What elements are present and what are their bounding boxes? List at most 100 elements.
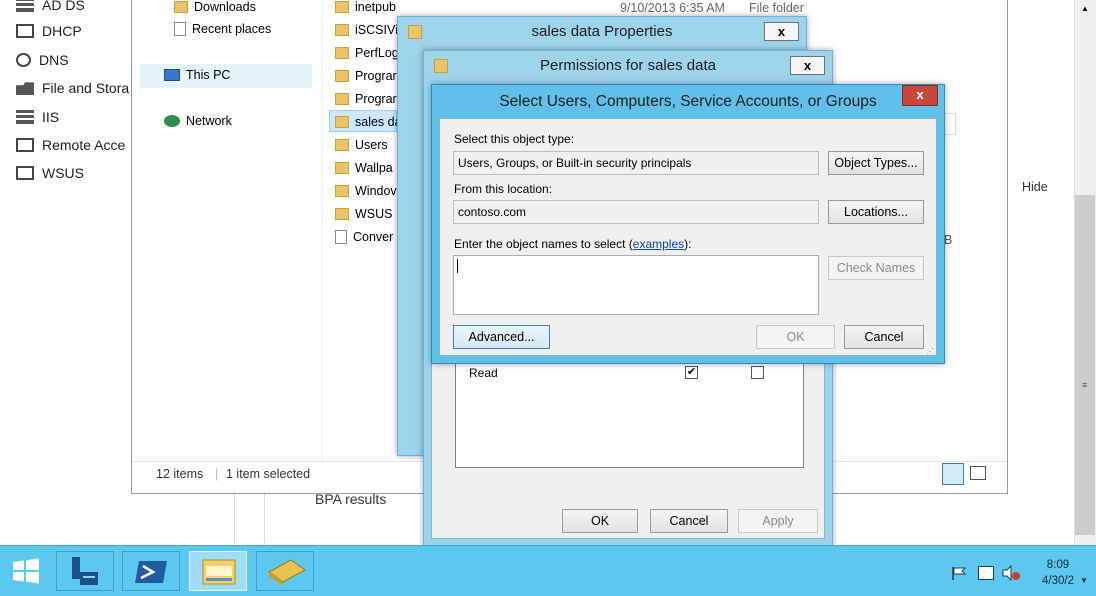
- nav-downloads[interactable]: Downloads: [174, 0, 256, 14]
- nav-item-ad-ds[interactable]: AD DS: [16, 0, 134, 16]
- details-view-icon[interactable]: [942, 463, 964, 485]
- label-text: Enter the object names to select (: [454, 237, 633, 251]
- list-item[interactable]: PerfLog: [335, 46, 399, 60]
- file-name: Wallpa: [355, 161, 393, 175]
- nav-label: WSUS: [42, 165, 84, 181]
- examples-link[interactable]: examples: [633, 237, 684, 251]
- nav-item-wsus[interactable]: WSUS: [16, 162, 134, 184]
- remote-access-icon: [16, 138, 34, 152]
- nav-item-iis[interactable]: IIS: [16, 106, 134, 128]
- clock-date[interactable]: 4/30/2: [1036, 575, 1080, 587]
- file-explorer-icon: [202, 559, 236, 585]
- cancel-button[interactable]: Cancel: [844, 325, 924, 349]
- nav-label: IIS: [42, 109, 60, 125]
- list-item[interactable]: Wallpa: [335, 161, 393, 175]
- server-manager-icon: [72, 557, 98, 585]
- scroll-down-icon[interactable]: ▼: [1080, 576, 1088, 585]
- list-item[interactable]: Prograr: [335, 69, 397, 83]
- advanced-button[interactable]: Advanced...: [453, 325, 550, 349]
- list-item[interactable]: sales da: [335, 115, 402, 129]
- network-tray-icon[interactable]: [978, 566, 994, 580]
- folder-icon: [335, 185, 349, 197]
- wsus-icon: [16, 166, 34, 180]
- nav-item-file-storage[interactable]: File and Stora: [16, 77, 134, 99]
- permission-name: Read: [469, 366, 498, 380]
- nav-item-dhcp[interactable]: DHCP: [16, 20, 134, 42]
- list-item[interactable]: Windov: [335, 184, 397, 198]
- volume-muted-icon[interactable]: [1002, 564, 1022, 582]
- location-label: From this location:: [454, 182, 553, 196]
- label-text: ):: [684, 237, 692, 251]
- file-name: Conver: [353, 230, 394, 244]
- list-item[interactable]: Users: [335, 138, 388, 152]
- taskbar-server-manager[interactable]: [56, 551, 114, 591]
- divider: [234, 494, 235, 545]
- object-types-button[interactable]: Object Types...: [828, 151, 924, 175]
- status-separator: |: [215, 467, 219, 481]
- close-button[interactable]: x: [764, 22, 799, 41]
- hide-link[interactable]: Hide: [1022, 180, 1048, 194]
- object-type-label: Select this object type:: [454, 132, 575, 146]
- list-item[interactable]: inetpub: [335, 0, 396, 14]
- dhcp-icon: [16, 24, 34, 38]
- scrollbar-thumb[interactable]: ≡: [1075, 195, 1095, 535]
- file-storage-icon: [16, 82, 34, 95]
- nav-label: AD DS: [42, 0, 85, 13]
- object-names-input[interactable]: [453, 255, 819, 315]
- file-type: File folder: [749, 1, 804, 15]
- nav-label: Network: [186, 114, 232, 128]
- nav-network[interactable]: Network: [164, 114, 232, 128]
- close-button[interactable]: x: [902, 85, 938, 106]
- nav-item-remote-access[interactable]: Remote Acce: [16, 134, 134, 156]
- nav-label: This PC: [186, 68, 231, 82]
- list-item[interactable]: WSUS: [335, 207, 393, 221]
- close-button[interactable]: x: [790, 56, 825, 75]
- check-names-button[interactable]: Check Names: [828, 256, 924, 280]
- list-item[interactable]: Prograr: [335, 92, 397, 106]
- taskbar-folder-app[interactable]: [256, 551, 314, 591]
- network-icon: [164, 115, 180, 127]
- locations-button[interactable]: Locations...: [828, 200, 924, 224]
- clock-time[interactable]: 8:09: [1038, 559, 1078, 571]
- nav-recent-places[interactable]: Recent places: [174, 22, 271, 36]
- large-icons-view-icon[interactable]: [970, 466, 986, 480]
- nav-this-pc[interactable]: This PC: [164, 68, 230, 82]
- deny-read-checkbox[interactable]: [751, 366, 764, 379]
- nav-label: DHCP: [42, 23, 82, 39]
- apply-button[interactable]: Apply: [738, 509, 818, 533]
- server-manager-nav: AD DS DHCP DNS File and Stora IIS Remote…: [0, 0, 135, 545]
- list-item[interactable]: Conver: [335, 230, 393, 244]
- file-name: iSCSIVi: [355, 23, 398, 37]
- folder-icon: [335, 1, 349, 13]
- dns-icon: [16, 53, 31, 67]
- allow-read-checkbox[interactable]: ✔: [685, 366, 698, 379]
- ok-button[interactable]: OK: [756, 325, 835, 349]
- select-users-dialog: Select Users, Computers, Service Account…: [431, 84, 945, 364]
- flag-icon[interactable]: [951, 566, 967, 580]
- taskbar-file-explorer[interactable]: [189, 551, 247, 591]
- folder-icon: [335, 47, 349, 59]
- list-item[interactable]: iSCSIVi: [335, 23, 398, 37]
- powershell-icon: [135, 561, 167, 583]
- dialog-title: Select Users, Computers, Service Account…: [499, 93, 877, 110]
- nav-item-dns[interactable]: DNS: [16, 49, 134, 71]
- file-name: PerfLog: [355, 46, 399, 60]
- file-name: inetpub: [355, 0, 397, 14]
- file-name: Prograr: [355, 92, 397, 106]
- cancel-button[interactable]: Cancel: [650, 509, 728, 533]
- folder-icon: [335, 139, 349, 151]
- iis-icon: [16, 110, 34, 124]
- folder-app-icon: [268, 559, 306, 586]
- nav-label: Recent places: [192, 22, 272, 36]
- selection-count: 1 item selected: [226, 467, 311, 481]
- taskbar-powershell[interactable]: [122, 551, 180, 591]
- windows-logo-icon: [13, 558, 39, 584]
- ad-ds-icon: [16, 0, 34, 12]
- resize-grip-icon[interactable]: ⋰: [926, 347, 934, 356]
- divider: [264, 494, 265, 545]
- dialog-title: Permissions for sales data: [540, 57, 716, 74]
- nav-label: File and Stora: [42, 80, 130, 96]
- ok-button[interactable]: OK: [562, 509, 638, 533]
- scroll-up-icon[interactable]: ▲: [1081, 4, 1089, 13]
- start-button[interactable]: [11, 558, 41, 584]
